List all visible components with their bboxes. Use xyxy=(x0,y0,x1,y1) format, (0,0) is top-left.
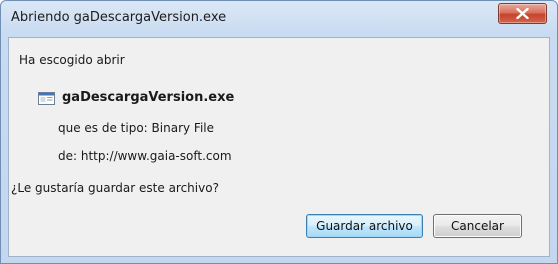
save-file-button[interactable]: Guardar archivo xyxy=(306,214,423,238)
cancel-button[interactable]: Cancelar xyxy=(433,214,522,238)
intro-text: Ha escogido abrir xyxy=(19,53,125,67)
close-button[interactable] xyxy=(498,3,547,24)
file-source-text: de: http://www.gaia-soft.com xyxy=(58,149,232,163)
file-name: gaDescargaVersion.exe xyxy=(62,90,235,105)
save-question: ¿Le gustaría guardar este archivo? xyxy=(11,181,219,195)
executable-file-icon xyxy=(38,92,55,105)
dialog-content: Ha escogido abrir gaDescargaVersion.exe … xyxy=(8,37,550,257)
title-bar[interactable]: Abriendo gaDescargaVersion.exe xyxy=(1,1,557,37)
window-title: Abriendo gaDescargaVersion.exe xyxy=(11,10,227,25)
close-icon xyxy=(516,8,529,19)
file-type-text: que es de tipo: Binary File xyxy=(58,121,214,135)
download-dialog-window: Abriendo gaDescargaVersion.exe Ha escogi… xyxy=(0,0,558,264)
